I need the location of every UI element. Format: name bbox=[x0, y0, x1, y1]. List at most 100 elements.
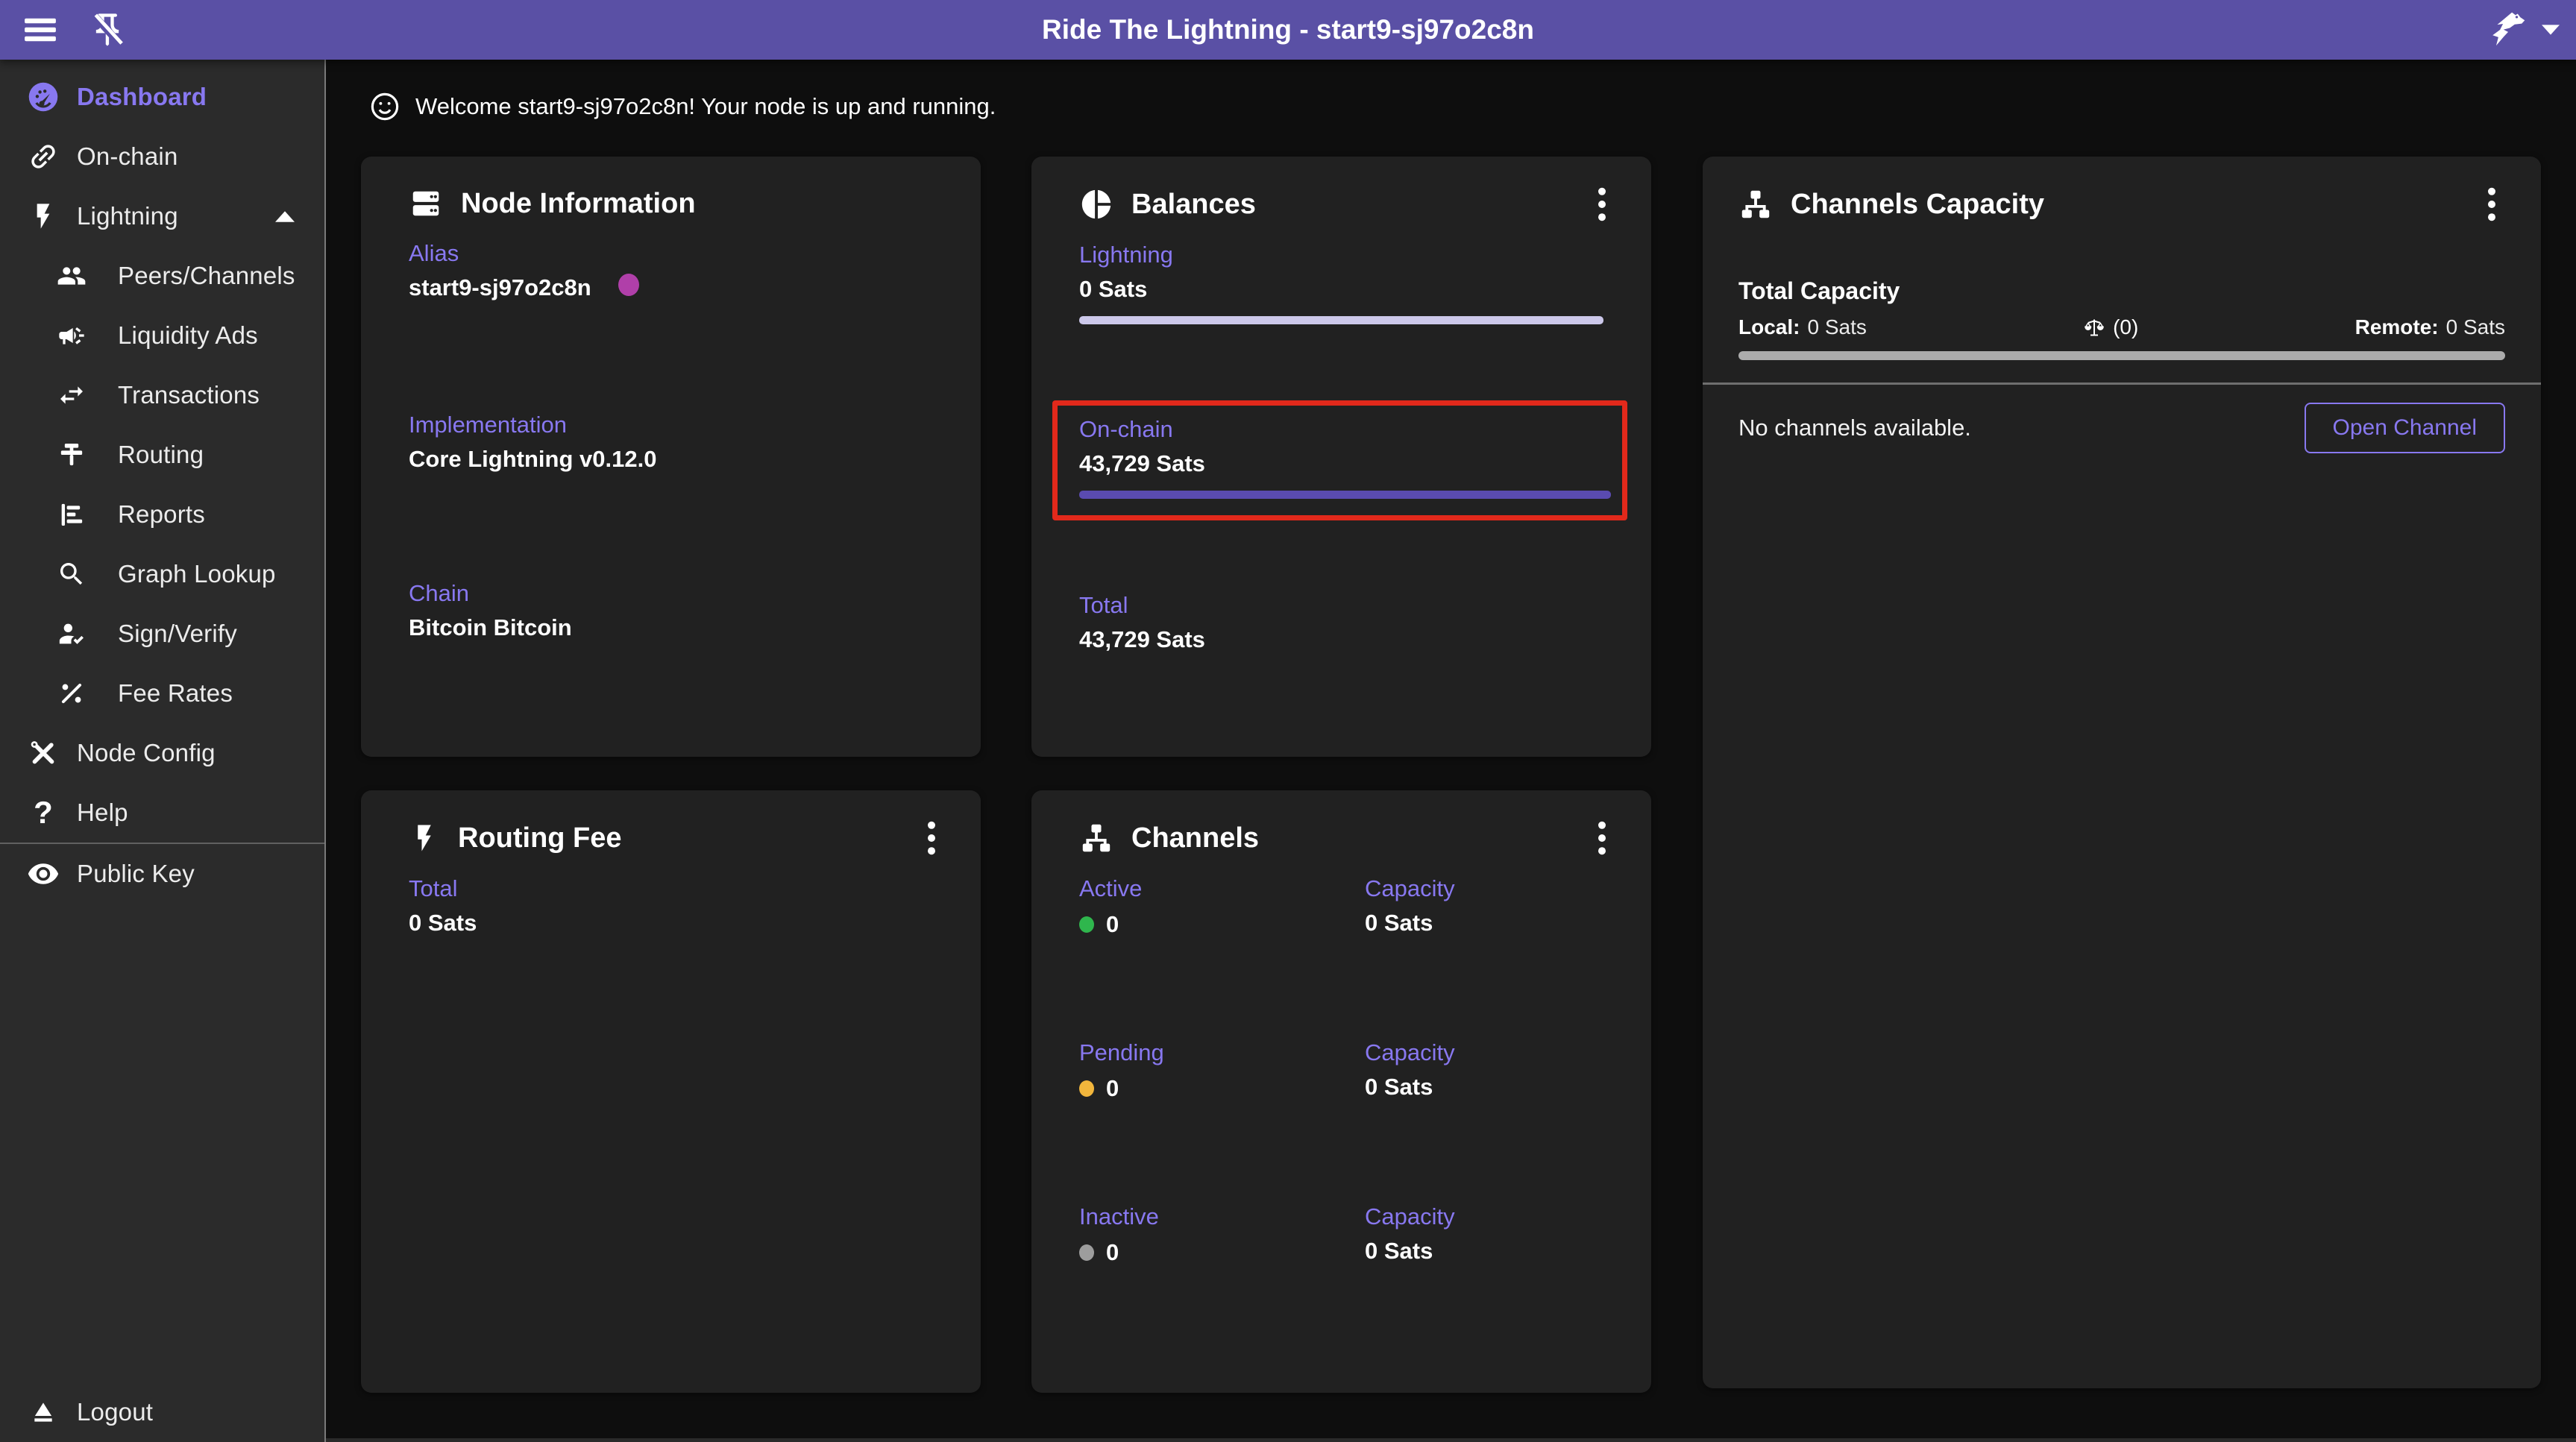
balances-menu-button[interactable] bbox=[1586, 186, 1618, 222]
capacity-value: 0 Sats bbox=[1365, 1236, 1603, 1266]
caret-down-icon bbox=[2542, 25, 2560, 35]
card-title: Balances bbox=[1131, 189, 1256, 221]
sidebar-item-peers-channels[interactable]: Peers/Channels bbox=[0, 246, 324, 306]
megaphone-icon bbox=[57, 321, 87, 350]
capacity-value: 0 Sats bbox=[1365, 908, 1603, 938]
sidebar-item-node-config[interactable]: Node Config bbox=[0, 723, 324, 783]
sidebar-item-public-key[interactable]: Public Key bbox=[0, 844, 324, 904]
inactive-status-dot bbox=[1079, 1244, 1094, 1261]
card-title: Node Information bbox=[461, 188, 696, 220]
rtl-logo-icon bbox=[2482, 9, 2528, 51]
chain-value: Bitcoin Bitcoin bbox=[409, 613, 933, 643]
sidebar-item-sign-verify[interactable]: Sign/Verify bbox=[0, 604, 324, 664]
remote-label: Remote: bbox=[2355, 315, 2439, 339]
total-balance-label: Total bbox=[1079, 592, 1603, 619]
dashboard-icon bbox=[27, 81, 60, 113]
card-title: Channels Capacity bbox=[1791, 189, 2044, 221]
channels-menu-button[interactable] bbox=[1586, 820, 1618, 856]
inactive-count: 0 bbox=[1106, 1239, 1119, 1266]
sidebar-item-label: Reports bbox=[118, 500, 205, 529]
sidebar-item-label: Node Config bbox=[77, 739, 216, 767]
routing-fee-menu-button[interactable] bbox=[915, 820, 948, 856]
question-icon: ? bbox=[27, 797, 60, 828]
sidebar-item-transactions[interactable]: Transactions bbox=[0, 365, 324, 425]
hamburger-icon bbox=[23, 16, 57, 44]
sidebar-item-lightning[interactable]: Lightning bbox=[0, 186, 324, 246]
person-check-icon bbox=[57, 619, 87, 649]
sidebar-item-fee-rates[interactable]: Fee Rates bbox=[0, 664, 324, 723]
pin-off-icon bbox=[88, 10, 127, 49]
sidebar-item-dashboard[interactable]: Dashboard bbox=[0, 67, 324, 127]
routing-total-value: 0 Sats bbox=[409, 908, 933, 938]
eject-icon bbox=[27, 1397, 60, 1427]
tools-icon bbox=[27, 737, 60, 769]
capacity-separator bbox=[1703, 382, 2541, 385]
channels-capacity-card: Channels Capacity Total Capacity Local:0… bbox=[1703, 157, 2541, 1388]
pending-capacity-group: Capacity 0 Sats bbox=[1365, 1039, 1603, 1102]
sidebar-item-label: Transactions bbox=[118, 381, 260, 409]
active-label: Active bbox=[1079, 875, 1365, 902]
capacity-value: 0 Sats bbox=[1365, 1072, 1603, 1102]
active-count: 0 bbox=[1106, 911, 1119, 938]
sidebar-item-label: Logout bbox=[77, 1398, 153, 1426]
channels-capacity-menu-button[interactable] bbox=[2475, 186, 2508, 222]
total-balance-value: 43,729 Sats bbox=[1079, 625, 1603, 655]
page-title: Ride The Lightning - start9-sj97o2c8n bbox=[1042, 14, 1534, 45]
sidebar: Dashboard On-chain Lightning Peers/Chann… bbox=[0, 60, 326, 1442]
lightning-balance-label: Lightning bbox=[1079, 242, 1603, 268]
sidebar-item-on-chain[interactable]: On-chain bbox=[0, 127, 324, 186]
horizontal-scrollbar-track[interactable] bbox=[326, 1438, 2576, 1442]
channels-card: Channels Active 0 Capacity 0 Sats Pendin… bbox=[1031, 790, 1651, 1393]
node-color-dot bbox=[618, 274, 639, 296]
chain-label: Chain bbox=[409, 580, 933, 607]
percent-icon bbox=[57, 680, 87, 707]
capacity-label: Capacity bbox=[1365, 875, 1603, 902]
sidebar-item-label: On-chain bbox=[77, 142, 178, 171]
implementation-label: Implementation bbox=[409, 412, 933, 438]
active-capacity-group: Capacity 0 Sats bbox=[1365, 875, 1603, 938]
remote-value: 0 Sats bbox=[2446, 315, 2505, 339]
onchain-annotation-highlight: On-chain 43,729 Sats bbox=[1052, 400, 1627, 520]
inactive-label: Inactive bbox=[1079, 1203, 1365, 1230]
onchain-balance-label: On-chain bbox=[1079, 416, 1611, 443]
sidebar-item-label: Dashboard bbox=[77, 83, 207, 111]
unpin-sidebar-button[interactable] bbox=[87, 9, 128, 51]
sidebar-item-logout[interactable]: Logout bbox=[0, 1382, 324, 1442]
chevron-up-icon bbox=[275, 211, 295, 222]
hub-icon bbox=[1738, 187, 1773, 221]
local-value: 0 Sats bbox=[1807, 315, 1866, 339]
sidebar-item-label: Routing bbox=[118, 441, 204, 469]
sidebar-item-reports[interactable]: Reports bbox=[0, 485, 324, 544]
pending-count: 0 bbox=[1106, 1075, 1119, 1102]
sidebar-item-graph-lookup[interactable]: Graph Lookup bbox=[0, 544, 324, 604]
swap-icon bbox=[57, 380, 87, 410]
sidebar-item-help[interactable]: ? Help bbox=[0, 783, 324, 843]
hamburger-menu-button[interactable] bbox=[19, 9, 61, 51]
smiley-icon bbox=[369, 91, 400, 122]
sidebar-item-label: Peers/Channels bbox=[118, 262, 295, 290]
link-icon bbox=[27, 140, 60, 173]
bar-chart-icon bbox=[57, 500, 87, 529]
sidebar-item-liquidity-ads[interactable]: Liquidity Ads bbox=[0, 306, 324, 365]
search-icon bbox=[57, 559, 87, 589]
account-menu[interactable] bbox=[2482, 9, 2576, 51]
lightning-balance-value: 0 Sats bbox=[1079, 274, 1603, 304]
welcome-banner: Welcome start9-sj97o2c8n! Your node is u… bbox=[369, 91, 996, 122]
total-capacity-label: Total Capacity bbox=[1738, 277, 2505, 305]
local-capacity: Local:0 Sats bbox=[1738, 315, 1867, 339]
onchain-balance-bar bbox=[1079, 491, 1611, 499]
sidebar-item-label: Graph Lookup bbox=[118, 560, 276, 588]
sidebar-item-routing[interactable]: Routing bbox=[0, 425, 324, 485]
lightning-balance-bar bbox=[1079, 316, 1603, 324]
open-channel-button[interactable]: Open Channel bbox=[2305, 403, 2505, 453]
sidebar-item-label: Sign/Verify bbox=[118, 620, 237, 648]
pending-channels-group: Pending 0 bbox=[1079, 1039, 1365, 1102]
capacity-label: Capacity bbox=[1365, 1203, 1603, 1230]
signpost-icon bbox=[57, 440, 87, 470]
sidebar-item-label: Liquidity Ads bbox=[118, 321, 258, 350]
scale-icon bbox=[2083, 316, 2105, 339]
routing-fee-card: Routing Fee Total 0 Sats bbox=[361, 790, 981, 1393]
active-channels-group: Active 0 bbox=[1079, 875, 1365, 938]
alias-value: start9-sj97o2c8n bbox=[409, 273, 591, 303]
capacity-label: Capacity bbox=[1365, 1039, 1603, 1066]
